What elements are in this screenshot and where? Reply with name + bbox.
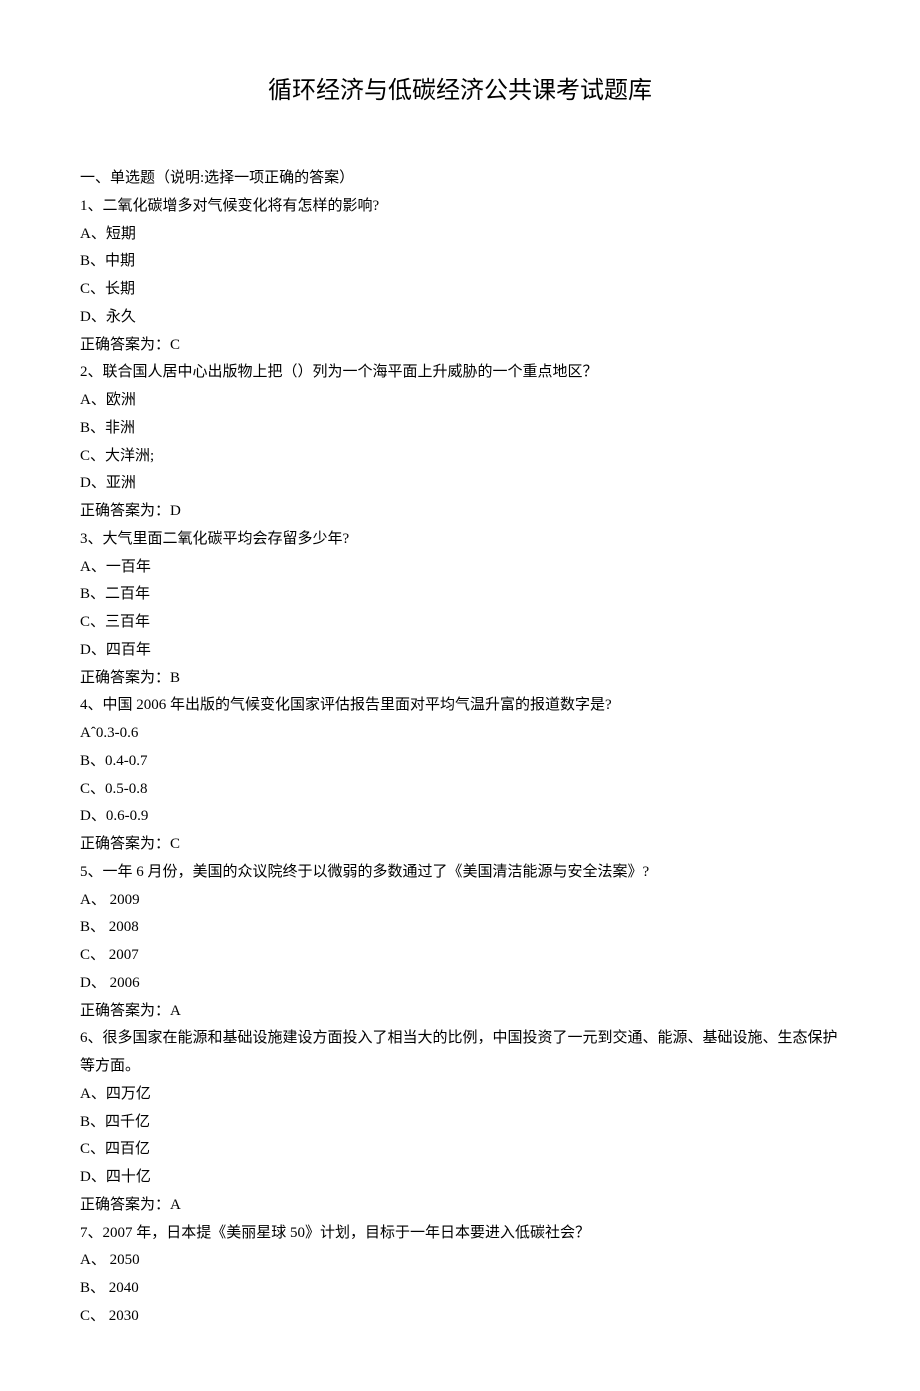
option: B、0.4-0.7: [80, 748, 840, 776]
document-title: 循环经济与低碳经济公共课考试题库: [80, 70, 840, 105]
option: B、 2008: [80, 914, 840, 942]
answer: 正确答案为：A: [80, 998, 840, 1026]
document-content: 一、单选题（说明:选择一项正确的答案） 1、二氧化碳增多对气候变化将有怎样的影响…: [80, 165, 840, 1331]
option: D、亚洲: [80, 470, 840, 498]
question-text: 4、中国 2006 年出版的气候变化国家评估报告里面对平均气温升富的报道数字是?: [80, 692, 840, 720]
option: A、一百年: [80, 554, 840, 582]
question-text: 5、一年 6 月份，美国的众议院终于以微弱的多数通过了《美国清洁能源与安全法案》…: [80, 859, 840, 887]
answer: 正确答案为：B: [80, 665, 840, 693]
answer: 正确答案为：C: [80, 332, 840, 360]
option: D、 2006: [80, 970, 840, 998]
option: A、欧洲: [80, 387, 840, 415]
option: B、中期: [80, 248, 840, 276]
option: D、四百年: [80, 637, 840, 665]
question-text: 3、大气里面二氧化碳平均会存留多少年?: [80, 526, 840, 554]
option: D、永久: [80, 304, 840, 332]
option: B、 2040: [80, 1275, 840, 1303]
option: A、短期: [80, 221, 840, 249]
option: B、非洲: [80, 415, 840, 443]
option: Aˆ0.3-0.6: [80, 720, 840, 748]
question-text: 2、联合国人居中心出版物上把（）列为一个海平面上升威胁的一个重点地区？: [80, 359, 840, 387]
answer: 正确答案为：A: [80, 1192, 840, 1220]
option: C、三百年: [80, 609, 840, 637]
option: D、四十亿: [80, 1164, 840, 1192]
option: B、二百年: [80, 581, 840, 609]
option: C、 2007: [80, 942, 840, 970]
option: B、四千亿: [80, 1109, 840, 1137]
option: A、 2009: [80, 887, 840, 915]
option: A、 2050: [80, 1247, 840, 1275]
option: C、0.5-0.8: [80, 776, 840, 804]
option: C、长期: [80, 276, 840, 304]
question-text: 7、2007 年，日本提《美丽星球 50》计划，目标于一年日本要进入低碳社会？: [80, 1220, 840, 1248]
question-text: 6、很多国家在能源和基础设施建设方面投入了相当大的比例，中国投资了一元到交通、能…: [80, 1025, 840, 1081]
option: C、 2030: [80, 1303, 840, 1331]
question-text: 1、二氧化碳增多对气候变化将有怎样的影响?: [80, 193, 840, 221]
answer: 正确答案为：D: [80, 498, 840, 526]
option: C、大洋洲;: [80, 443, 840, 471]
option: C、四百亿: [80, 1136, 840, 1164]
option: A、四万亿: [80, 1081, 840, 1109]
document-page: 循环经济与低碳经济公共课考试题库 一、单选题（说明:选择一项正确的答案） 1、二…: [0, 0, 920, 1391]
answer: 正确答案为：C: [80, 831, 840, 859]
option: D、0.6-0.9: [80, 803, 840, 831]
section-header: 一、单选题（说明:选择一项正确的答案）: [80, 165, 840, 193]
